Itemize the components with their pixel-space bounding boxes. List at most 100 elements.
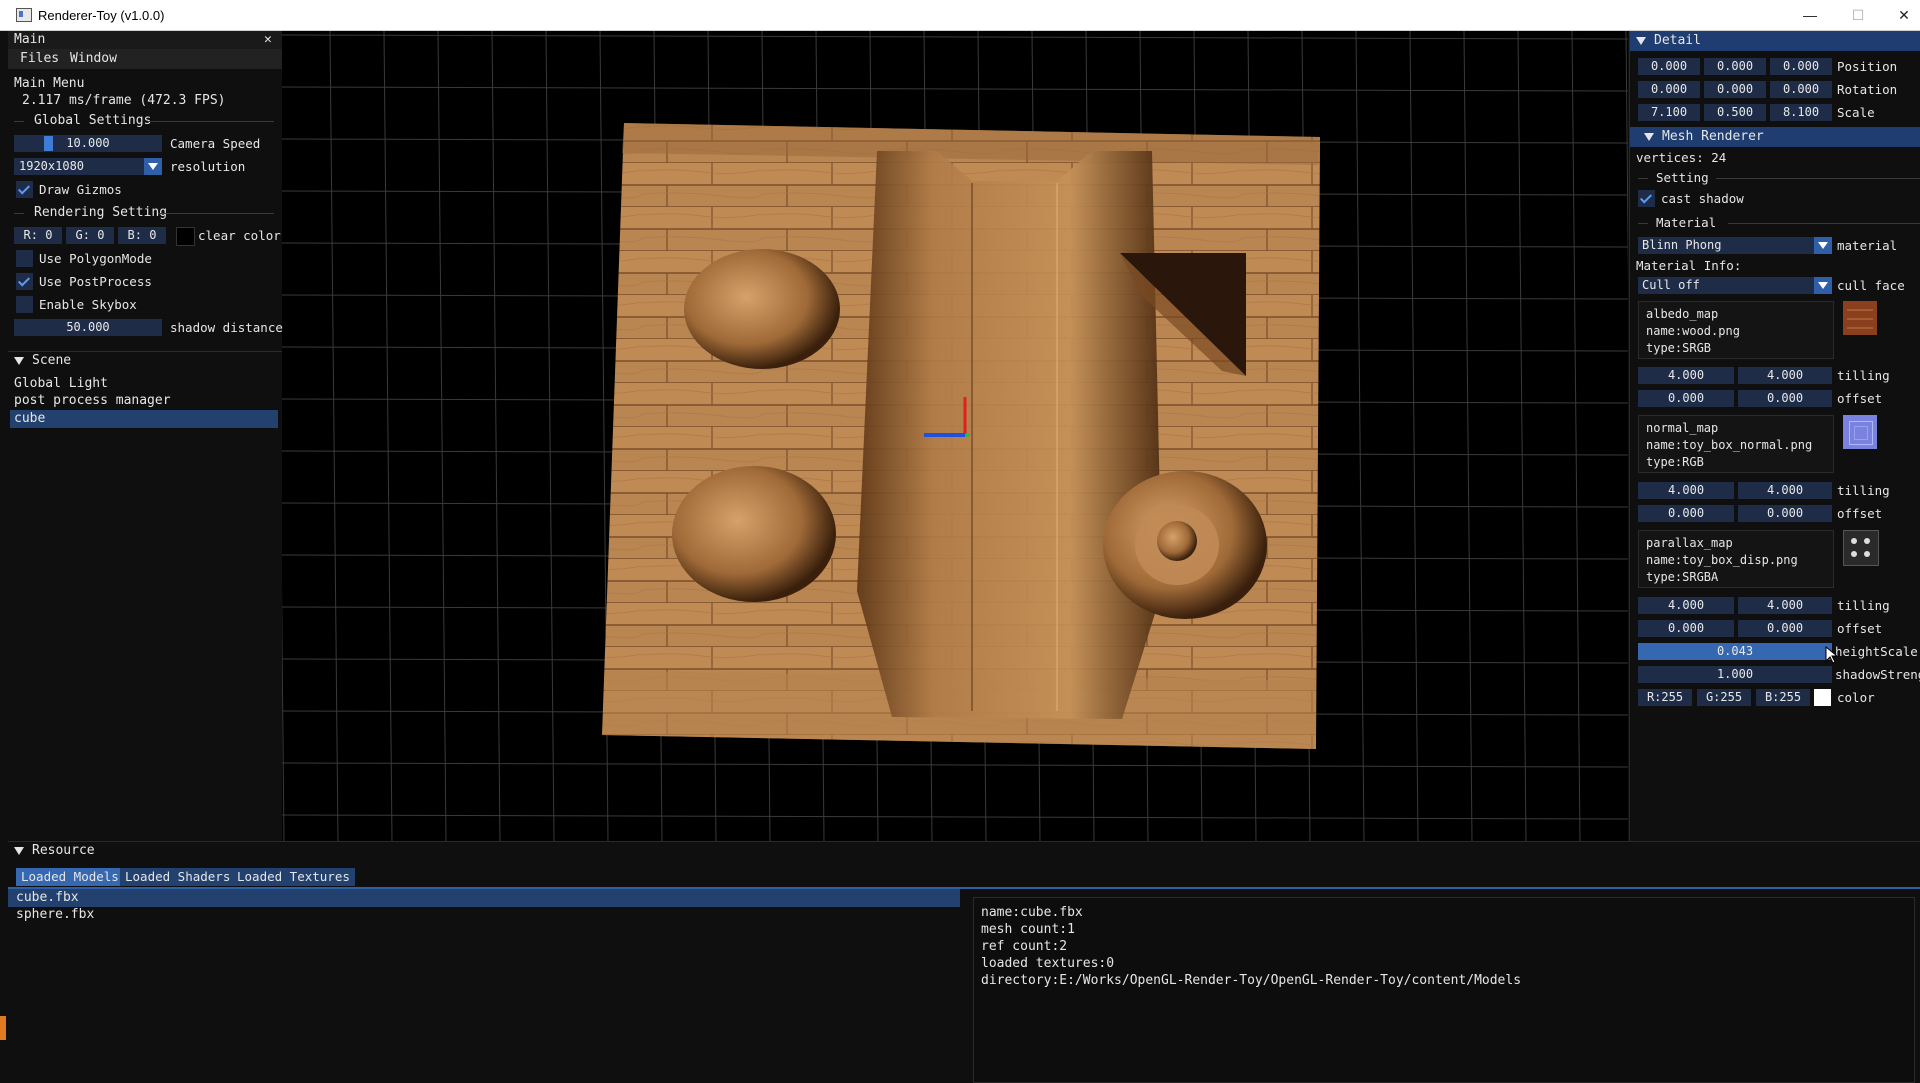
parallax-offset-x[interactable]: 0.000: [1638, 620, 1734, 637]
camera-speed-grab[interactable]: [44, 136, 53, 151]
shadow-distance-slider[interactable]: 50.000: [14, 319, 162, 336]
camera-speed-label: Camera Speed: [170, 136, 261, 151]
menu-files[interactable]: Files: [20, 50, 59, 68]
height-scale-label: heightScale: [1835, 644, 1918, 659]
scene-title: Scene: [32, 353, 72, 368]
albedo-tilling-x[interactable]: 4.000: [1638, 367, 1734, 384]
clear-color-b[interactable]: B: 0: [118, 227, 166, 244]
rotation-y[interactable]: 0.000: [1704, 81, 1766, 98]
scene-viewport[interactable]: [282, 31, 1628, 841]
cast-shadow-checkbox[interactable]: [1638, 190, 1655, 207]
close-window-button[interactable]: ✕: [1884, 4, 1920, 26]
albedo-offset-x[interactable]: 0.000: [1638, 390, 1734, 407]
shadow-strength-slider[interactable]: 1.000: [1638, 666, 1832, 683]
use-polygon-mode-label: Use PolygonMode: [39, 251, 152, 266]
chevron-down-icon[interactable]: [144, 158, 162, 175]
normal-tilling-y[interactable]: 4.000: [1738, 482, 1832, 499]
normal-offset-y[interactable]: 0.000: [1738, 505, 1832, 522]
material-value: Blinn Phong: [1642, 238, 1722, 252]
scene-item-post-process[interactable]: post process manager: [14, 392, 171, 410]
scale-z[interactable]: 8.100: [1770, 104, 1832, 121]
clear-color-g[interactable]: G: 0: [66, 227, 114, 244]
use-postprocess-checkbox[interactable]: [16, 273, 33, 290]
model-info-loaded-textures: loaded textures:0: [981, 956, 1115, 971]
draw-gizmos-label: Draw Gizmos: [39, 182, 122, 197]
use-postprocess-label: Use PostProcess: [39, 274, 152, 289]
texture-slot-name: normal_map: [1646, 421, 1719, 435]
circle-hole-top-left: [684, 249, 840, 369]
close-icon[interactable]: ✕: [264, 31, 272, 49]
tab-loaded-textures[interactable]: Loaded Textures: [232, 868, 355, 886]
position-x[interactable]: 0.000: [1638, 58, 1700, 75]
collapse-arrow-icon: [1636, 36, 1646, 45]
chevron-down-icon[interactable]: [1814, 277, 1832, 294]
texture-slot-name: albedo_map: [1646, 307, 1719, 321]
clear-color-label: clear color: [198, 228, 281, 243]
albedo-map-info: albedo_map name:wood.png type:SRGB: [1638, 301, 1834, 359]
model-info-ref-count: ref count:2: [981, 939, 1068, 954]
maximize-button[interactable]: ☐: [1838, 4, 1878, 26]
color-r[interactable]: R:255: [1638, 689, 1692, 706]
circle-hole-bottom-left: [672, 466, 836, 602]
parallax-map-info: parallax_map name:toy_box_disp.png type:…: [1638, 530, 1834, 588]
scale-x[interactable]: 7.100: [1638, 104, 1700, 121]
albedo-tilling-y[interactable]: 4.000: [1738, 367, 1832, 384]
scale-y[interactable]: 0.500: [1704, 104, 1766, 121]
albedo-offset-y[interactable]: 0.000: [1738, 390, 1832, 407]
scene-header[interactable]: Scene: [14, 352, 71, 370]
minimize-button[interactable]: —: [1790, 4, 1830, 26]
camera-speed-slider[interactable]: 10.000: [14, 135, 162, 152]
rotation-x[interactable]: 0.000: [1638, 81, 1700, 98]
clear-color-r[interactable]: R: 0: [14, 227, 62, 244]
scene-item-cube[interactable]: cube: [10, 410, 278, 428]
cull-face-combo[interactable]: Cull off: [1638, 277, 1832, 294]
detail-header[interactable]: Detail: [1630, 31, 1920, 51]
texture-file-name: name:wood.png: [1646, 324, 1740, 338]
camera-speed-value: 10.000: [66, 136, 110, 150]
position-y[interactable]: 0.000: [1704, 58, 1766, 75]
chevron-down-icon[interactable]: [1814, 237, 1832, 254]
material-combo[interactable]: Blinn Phong: [1638, 237, 1832, 254]
wood-texture-icon[interactable]: [1843, 301, 1877, 335]
normal-texture-icon[interactable]: [1843, 415, 1877, 449]
position-z[interactable]: 0.000: [1770, 58, 1832, 75]
model-item-sphere[interactable]: sphere.fbx: [16, 906, 94, 924]
color-swatch[interactable]: [1814, 689, 1831, 706]
menu-window[interactable]: Window: [70, 50, 117, 68]
scene-item-global-light[interactable]: Global Light: [14, 375, 108, 393]
normal-offset-label: offset: [1837, 506, 1883, 521]
mesh-renderer-header[interactable]: Mesh Renderer: [1630, 127, 1920, 147]
resolution-combo[interactable]: 1920x1080: [14, 158, 162, 175]
material-label: material: [1837, 238, 1898, 253]
main-menu-label: Main Menu: [14, 76, 85, 91]
resize-handle[interactable]: [0, 1016, 6, 1040]
parallax-tilling-x[interactable]: 4.000: [1638, 597, 1734, 614]
parallax-tilling-label: tilling: [1837, 598, 1890, 613]
window-title: Renderer-Toy (v1.0.0): [38, 8, 165, 23]
enable-skybox-checkbox[interactable]: [16, 296, 33, 313]
cull-face-label: cull face: [1837, 278, 1905, 293]
tab-loaded-models[interactable]: Loaded Models: [16, 868, 124, 886]
parallax-tilling-y[interactable]: 4.000: [1738, 597, 1832, 614]
resource-header[interactable]: Resource: [14, 842, 95, 860]
use-polygon-mode-checkbox[interactable]: [16, 250, 33, 267]
model-item-cube[interactable]: cube.fbx: [8, 889, 960, 907]
height-scale-slider[interactable]: 0.043: [1638, 643, 1832, 660]
scale-label: Scale: [1837, 105, 1875, 120]
position-label: Position: [1837, 59, 1898, 74]
tab-loaded-shaders[interactable]: Loaded Shaders: [120, 868, 236, 886]
detail-panel: Detail 0.000 0.000 0.000 Position 0.000 …: [1629, 31, 1920, 841]
normal-tilling-x[interactable]: 4.000: [1638, 482, 1734, 499]
color-b[interactable]: B:255: [1756, 689, 1810, 706]
color-g[interactable]: G:255: [1697, 689, 1751, 706]
normal-offset-x[interactable]: 0.000: [1638, 505, 1734, 522]
center-groove: [857, 151, 1162, 719]
rotation-z[interactable]: 0.000: [1770, 81, 1832, 98]
clear-color-swatch[interactable]: [176, 227, 195, 246]
draw-gizmos-checkbox[interactable]: [16, 181, 33, 198]
normal-tilling-label: tilling: [1837, 483, 1890, 498]
normal-map-info: normal_map name:toy_box_normal.png type:…: [1638, 415, 1834, 473]
setting-header: Setting: [1656, 170, 1709, 185]
displacement-texture-icon[interactable]: [1843, 530, 1879, 566]
parallax-offset-y[interactable]: 0.000: [1738, 620, 1832, 637]
